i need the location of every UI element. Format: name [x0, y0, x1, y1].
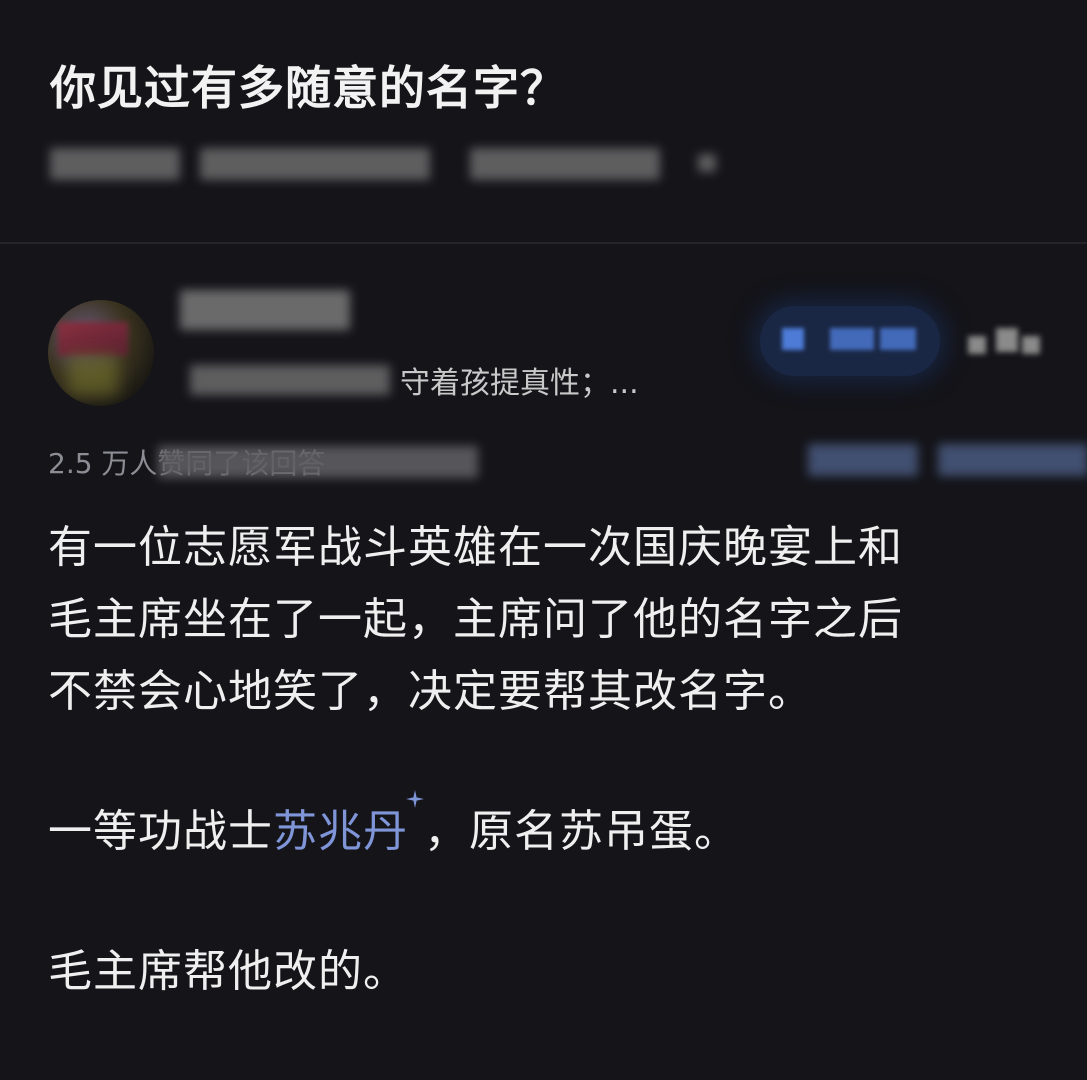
more-icon[interactable] [968, 320, 1044, 360]
paragraph-line: 毛主席坐在了一起，主席问了他的名字之后 [48, 594, 903, 645]
answer-header: 守着孩提真性；... [0, 270, 1087, 420]
stats-row: 2.5 万人赞同了该回答 [48, 440, 1087, 484]
question-meta-blurred [50, 140, 716, 190]
stats-text-blurred [158, 446, 478, 478]
author-bio-blurred [190, 363, 390, 397]
paragraph-line: 不禁会心地笑了，决定要帮其改名字。 [48, 666, 813, 717]
answer-content: 有一位志愿军战斗英雄在一次国庆晚宴上和 毛主席坐在了一起，主席问了他的名字之后 … [48, 512, 1048, 1008]
question-title: 你见过有多随意的名字？ [50, 61, 567, 115]
sparkle-icon [406, 790, 424, 840]
author-name-blurred[interactable] [180, 290, 360, 336]
author-bio: 守着孩提真性；... [190, 360, 639, 401]
paragraph-line: 有一位志愿军战斗英雄在一次国庆晚宴上和 [48, 522, 903, 573]
follow-button[interactable] [760, 306, 940, 376]
divider [0, 242, 1087, 244]
paragraph-3: 毛主席帮他改的。 [48, 946, 408, 997]
term-link[interactable]: 苏兆丹 [273, 806, 408, 857]
paragraph-text: 一等功战士 [48, 806, 273, 857]
paragraph-2: 一等功战士苏兆丹 ，原名苏吊蛋。 [48, 790, 1048, 868]
paragraph-text: ，原名苏吊蛋。 [424, 806, 739, 857]
avatar[interactable] [48, 300, 154, 406]
timestamp-blurred [808, 440, 1087, 480]
author-bio-text: 守着孩提真性；... [400, 366, 639, 401]
